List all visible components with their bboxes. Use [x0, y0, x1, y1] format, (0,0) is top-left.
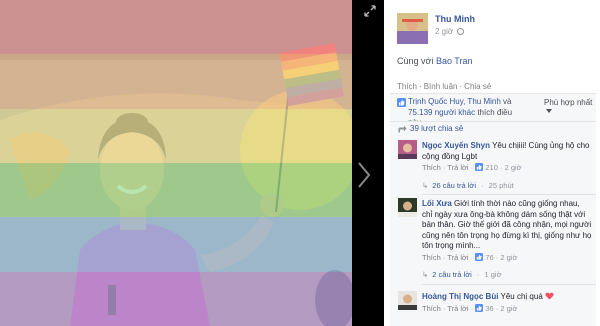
reply-arrow-icon: ↳ [422, 181, 429, 190]
comment-body: Lối Xưa Giới tính thời nào cũng giống nh… [422, 199, 592, 252]
post-photo[interactable] [0, 0, 352, 326]
expand-icon[interactable] [364, 5, 376, 17]
comment-meta: Thích · Trả lời · 36 · 2 giờ [422, 304, 518, 313]
author-avatar[interactable] [397, 13, 428, 44]
comment-meta: Thích · Trả lời · 76 · 2 giờ [422, 253, 518, 262]
comment-reply-button[interactable]: Trả lời [447, 304, 468, 313]
thumbs-up-icon [475, 253, 484, 261]
rainbow-stripe [0, 0, 352, 55]
post-actions: Thích · Bình luận · Chia sẻ [397, 82, 492, 91]
comment-avatar[interactable] [398, 291, 417, 310]
comment-sort-label: Phù hợp nhất [544, 98, 593, 107]
commenter-name-link[interactable]: Hoàng Thị Ngọc Bùi [422, 292, 498, 301]
rainbow-stripe [0, 108, 352, 163]
comment-sort-dropdown[interactable]: Phù hợp nhất [544, 98, 596, 116]
thumbs-up-icon [475, 304, 484, 312]
comment-divider [422, 194, 596, 195]
likers-names-link[interactable]: Trịnh Quốc Huy, Thu Minh [408, 97, 501, 106]
globe-icon [457, 28, 465, 35]
post-author-name[interactable]: Thu Minh [435, 14, 475, 24]
share-button[interactable]: Chia sẻ [464, 82, 491, 91]
view-replies-link[interactable]: ↳ 26 câu trả lời · 25 phút [422, 181, 514, 190]
likes-others-link[interactable]: 75.139 người khác [408, 108, 475, 117]
shares-row: 39 lượt chia sẻ [390, 121, 596, 135]
rainbow-stripe [0, 271, 352, 326]
comment-time: 2 giờ [500, 304, 518, 313]
post-timestamp: 2 giờ [435, 27, 465, 36]
tagged-with-prefix: Cùng với [397, 56, 434, 66]
comment-body: Hoàng Thị Ngọc Bùi Yêu chị quá [422, 292, 592, 303]
tagged-with: Cùng với Bao Tran [397, 56, 472, 66]
view-replies-link[interactable]: ↳ 2 câu trả lời · 1 giờ [422, 270, 502, 279]
caret-down-icon [546, 109, 552, 113]
share-icon [398, 125, 407, 133]
comment-button[interactable]: Bình luận [424, 82, 458, 91]
comment-likes-count[interactable]: 76 [485, 253, 493, 262]
comment-avatar[interactable] [398, 140, 417, 159]
rainbow-stripe [0, 54, 352, 109]
heart-icon [545, 292, 554, 300]
post-sidebar: Thu Minh 2 giờ Cùng với Bao Tran Thích · B… [384, 0, 600, 326]
comment-avatar[interactable] [398, 198, 417, 217]
post-time-text: 2 giờ [435, 27, 454, 36]
comment-meta: Thích · Trả lời · 210 · 2 giờ [422, 163, 522, 172]
replies-count: 2 câu trả lời [432, 270, 472, 279]
shares-count-link[interactable]: 39 lượt chia sẻ [410, 124, 463, 133]
like-button[interactable]: Thích [397, 82, 417, 91]
photo-viewer [0, 0, 384, 326]
comment-like-button[interactable]: Thích [422, 304, 441, 313]
comment-body: Ngọc Xuyến Shyn Yêu chịiii! Cùng ủng hộ … [422, 141, 592, 162]
comment-reply-button[interactable]: Trả lời [447, 163, 468, 172]
next-photo-arrow-icon[interactable] [355, 160, 373, 190]
replies-count: 26 câu trả lời [432, 181, 476, 190]
comment-time: 2 giờ [504, 163, 522, 172]
commenter-name-link[interactable]: Lối Xưa [422, 199, 452, 208]
thumbs-up-icon [397, 98, 406, 107]
rainbow-stripe [0, 217, 352, 272]
replies-time: 1 giờ [484, 270, 502, 279]
comment-likes-count[interactable]: 36 [485, 304, 493, 313]
reply-arrow-icon: ↳ [422, 270, 429, 279]
tagged-person-link[interactable]: Bao Tran [436, 56, 473, 66]
comment-like-button[interactable]: Thích [422, 163, 441, 172]
commenter-name-link[interactable]: Ngọc Xuyến Shyn [422, 141, 490, 150]
comment-reply-button[interactable]: Trả lời [447, 253, 468, 262]
comment-likes-count[interactable]: 210 [485, 163, 498, 172]
comment-text: Yêu chị quá [500, 292, 543, 301]
likes-conjunction: và [503, 97, 512, 106]
replies-time: 25 phút [488, 181, 514, 190]
thumbs-up-icon [475, 163, 484, 171]
comment-like-button[interactable]: Thích [422, 253, 441, 262]
comments-list: Ngọc Xuyến Shyn Yêu chịiii! Cùng ủng hộ … [390, 136, 596, 326]
comment-time: 2 giờ [500, 253, 518, 262]
comment-divider [422, 284, 596, 285]
rainbow-stripe [0, 163, 352, 218]
